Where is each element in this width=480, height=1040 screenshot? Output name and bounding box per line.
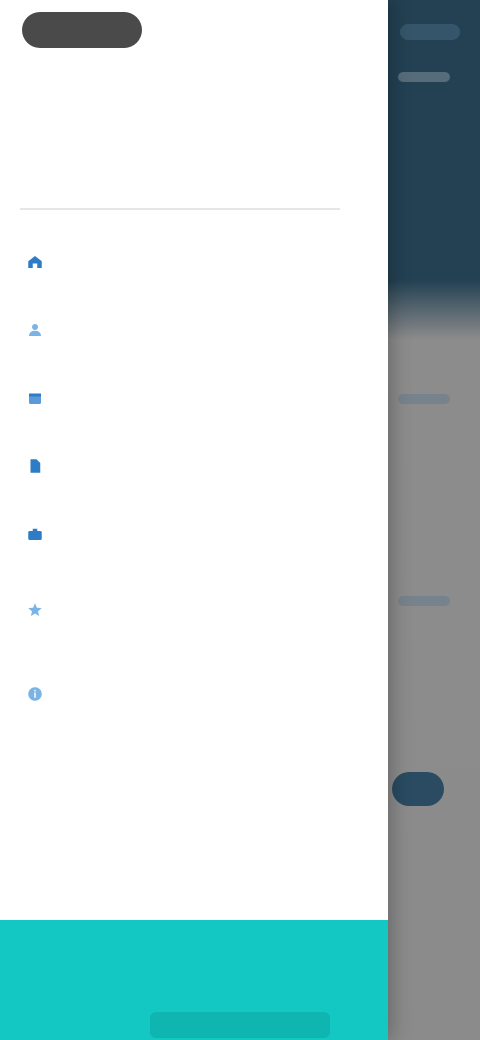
navigation-drawer [0, 0, 388, 1040]
search-container [20, 160, 344, 210]
menu-item-profile[interactable] [0, 296, 388, 364]
document-icon [22, 453, 48, 479]
menu-item-info[interactable] [0, 652, 388, 736]
background-header [388, 0, 480, 340]
footer-button[interactable] [150, 1012, 330, 1038]
background-row [398, 72, 450, 82]
menu-item-documents[interactable] [0, 432, 388, 500]
app-screen [0, 0, 480, 1040]
search-input[interactable] [20, 160, 344, 210]
background-header-text [400, 24, 460, 40]
star-icon [22, 597, 48, 623]
menu-list [0, 228, 388, 736]
menu-item-calendar[interactable] [0, 364, 388, 432]
home-icon [22, 249, 48, 275]
info-icon [22, 681, 48, 707]
profile-icon [22, 317, 48, 343]
menu-item-favorites[interactable] [0, 568, 388, 652]
background-row [398, 394, 450, 404]
menu-item-home[interactable] [0, 228, 388, 296]
menu-item-briefcase[interactable] [0, 500, 388, 568]
background-fab [392, 772, 444, 806]
calendar-icon [22, 385, 48, 411]
drawer-handle[interactable] [22, 12, 142, 48]
briefcase-icon [22, 521, 48, 547]
footer-text [24, 946, 184, 974]
drawer-title [140, 88, 260, 108]
background-row [398, 596, 450, 606]
